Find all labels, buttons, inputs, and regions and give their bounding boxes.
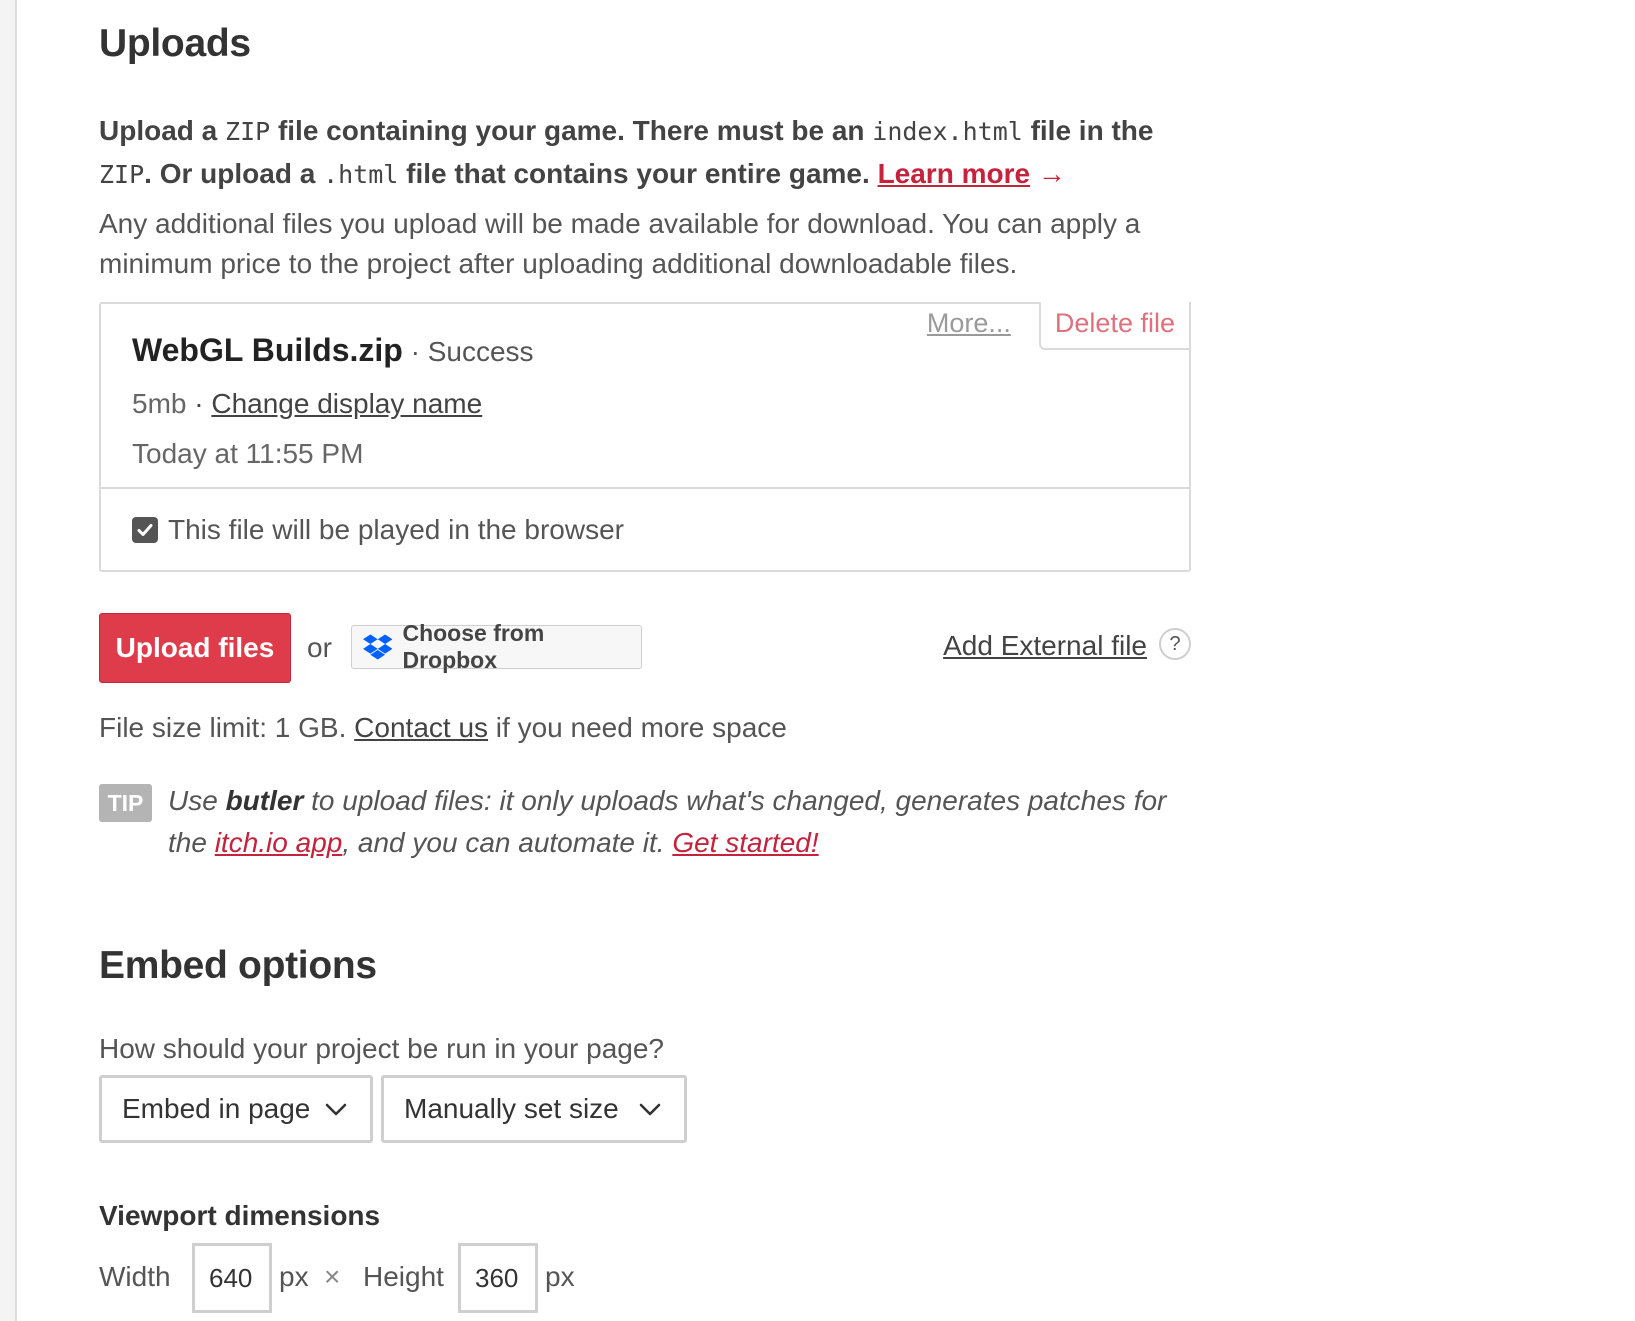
- help-icon[interactable]: ?: [1159, 628, 1191, 660]
- embed-question: How should your project be run in your p…: [99, 1033, 665, 1064]
- or-label: or: [307, 632, 332, 663]
- height-label: Height: [363, 1261, 444, 1292]
- tip-text: Use butler to upload files: it only uplo…: [168, 785, 1167, 858]
- learn-more-link[interactable]: Learn more: [878, 158, 1031, 189]
- add-external-file-link[interactable]: Add External file: [943, 630, 1147, 662]
- file-name: WebGL Builds.zip: [132, 332, 403, 368]
- tip-badge: TIP: [99, 784, 152, 822]
- butler-emphasis: butler: [225, 785, 304, 816]
- viewport-dimensions: Width px × Height px: [99, 1243, 699, 1313]
- uploads-intro: Upload a ZIP file containing your game. …: [99, 115, 1154, 189]
- file-meta: 5mb · Change display name: [132, 388, 483, 419]
- upload-files-button[interactable]: Upload files: [99, 613, 291, 683]
- upload-actions: Upload files or Choose from Dropbox Add …: [99, 613, 1191, 683]
- height-input[interactable]: [458, 1243, 538, 1313]
- file-size: 5mb: [132, 388, 187, 419]
- dropbox-label: Choose from Dropbox: [402, 620, 545, 673]
- code-zip-2: ZIP: [99, 160, 145, 189]
- width-label: Width: [99, 1261, 171, 1292]
- left-border: [0, 0, 17, 1321]
- browser-play-label: This file will be played in the browser: [168, 514, 624, 545]
- uploaded-file-card: More... Delete file WebGL Builds.zip · S…: [99, 302, 1191, 572]
- times-icon: ×: [324, 1261, 341, 1292]
- delete-file-button[interactable]: Delete file: [1038, 302, 1191, 350]
- viewport-dimensions-label: Viewport dimensions: [99, 1200, 381, 1231]
- divider: [101, 487, 1189, 489]
- height-unit: px: [545, 1261, 575, 1292]
- embed-options-title: Embed options: [99, 944, 377, 987]
- itch-app-link[interactable]: itch.io app: [215, 827, 343, 858]
- uploads-title: Uploads: [99, 22, 251, 65]
- browser-play-option[interactable]: This file will be played in the browser: [132, 514, 624, 546]
- choose-from-dropbox-button[interactable]: Choose from Dropbox: [351, 620, 642, 673]
- size-mode-value: Manually set size: [404, 1093, 619, 1124]
- checkmark-icon: [137, 524, 153, 536]
- file-upload-date: Today at 11:55 PM: [132, 438, 364, 469]
- dropbox-icon: [363, 634, 393, 660]
- width-input[interactable]: [192, 1243, 272, 1313]
- file-title: WebGL Builds.zip · Success: [132, 332, 534, 368]
- file-size-limit: File size limit: 1 GB. Contact us if you…: [99, 712, 787, 743]
- embed-mode-select[interactable]: Embed in page: [99, 1075, 373, 1143]
- chevron-down-icon: [639, 1103, 661, 1116]
- code-index-html: index.html: [872, 117, 1023, 146]
- code-html: .html: [323, 160, 399, 189]
- contact-us-link[interactable]: Contact us: [354, 712, 488, 743]
- file-actions: More... Delete file: [927, 302, 1191, 350]
- file-status: Success: [427, 336, 534, 367]
- code-zip: ZIP: [225, 117, 271, 146]
- width-unit: px: [279, 1261, 309, 1292]
- chevron-down-icon: [325, 1103, 347, 1116]
- more-button[interactable]: More...: [927, 302, 1039, 346]
- additional-files-note: Any additional files you upload will be …: [99, 208, 1141, 279]
- size-mode-select[interactable]: Manually set size: [381, 1075, 687, 1143]
- browser-play-checkbox[interactable]: [132, 517, 158, 543]
- embed-mode-value: Embed in page: [122, 1093, 311, 1124]
- arrow-right-icon: →: [1037, 158, 1066, 189]
- change-display-name-link[interactable]: Change display name: [211, 388, 482, 419]
- get-started-link[interactable]: Get started!: [672, 827, 818, 858]
